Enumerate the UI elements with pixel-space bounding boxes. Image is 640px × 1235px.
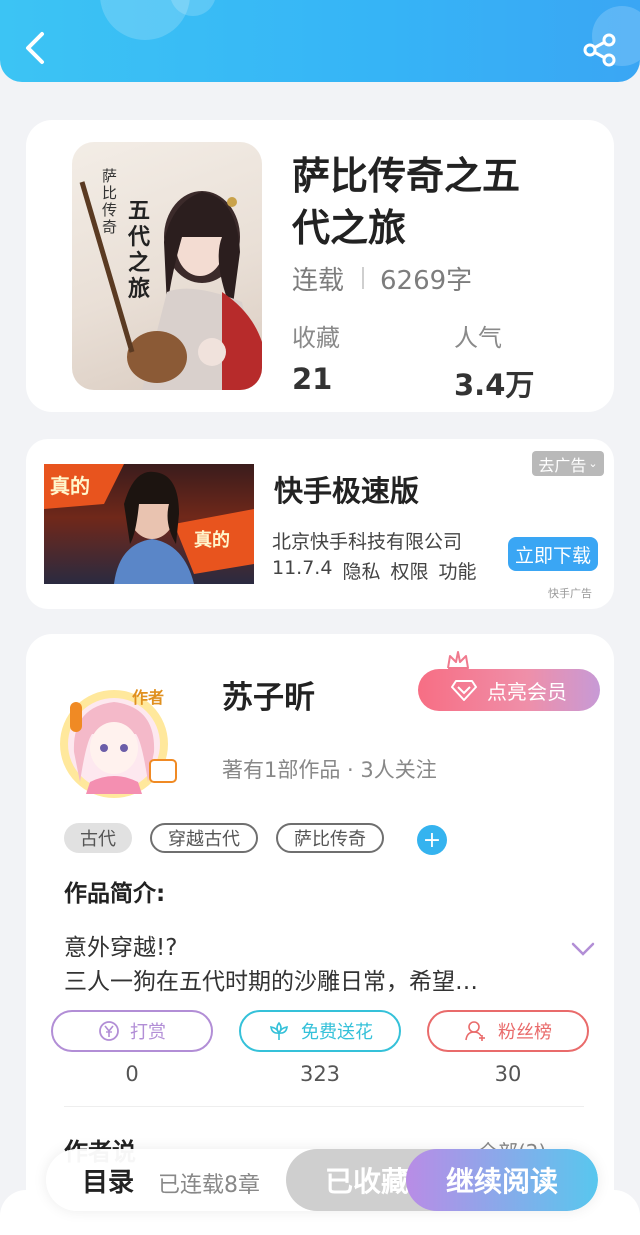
book-title: 萨比传奇之五 代之旅 bbox=[292, 150, 592, 254]
flower-count: 323 bbox=[299, 1062, 341, 1086]
tag-time-travel[interactable]: 穿越古代 bbox=[150, 823, 258, 853]
remove-ad-label: 去广告 bbox=[538, 455, 587, 475]
ad-info-links: 11.7.4 隐私 权限 功能 bbox=[272, 557, 476, 584]
ad-version: 11.7.4 bbox=[272, 557, 333, 579]
share-button[interactable] bbox=[582, 32, 618, 68]
chevron-down-icon: ⌄ bbox=[588, 457, 598, 470]
book-meta-row: 连载 6269字 bbox=[292, 258, 472, 298]
book-title-line-1: 萨比传奇之五 bbox=[292, 154, 521, 198]
meta-divider bbox=[362, 267, 365, 289]
ad-permissions-link[interactable]: 权限 bbox=[390, 557, 428, 584]
ad-image[interactable]: 真的 真的 bbox=[44, 464, 254, 584]
ad-download-button[interactable]: 立即下载 bbox=[508, 537, 598, 571]
ad-image-text-1: 真的 bbox=[50, 474, 90, 498]
favorites-value: 21 bbox=[292, 362, 333, 396]
ad-source: 快手广告 bbox=[548, 587, 592, 600]
free-flower-button[interactable]: 免费送花 bbox=[239, 1010, 401, 1052]
popularity-value: 3.4万 bbox=[454, 368, 535, 402]
ad-company: 北京快手科技有限公司 bbox=[272, 531, 463, 553]
ad-image-text-2: 真的 bbox=[194, 530, 230, 551]
cover-title-vertical-2: 五代之旅 bbox=[128, 198, 151, 302]
fan-user-icon bbox=[465, 1021, 485, 1041]
popularity-label: 人气 bbox=[454, 324, 502, 352]
reward-label: 打赏 bbox=[130, 1022, 166, 1043]
vip-button-label: 点亮会员 bbox=[487, 679, 567, 704]
bottom-action-bar: 目录 已连载8章 已收藏 继续阅读 bbox=[46, 1149, 598, 1211]
back-arrow-icon bbox=[26, 32, 44, 64]
plus-icon: + bbox=[422, 827, 442, 853]
word-count: 6269字 bbox=[380, 265, 473, 296]
ad-features-link[interactable]: 功能 bbox=[438, 557, 476, 584]
section-divider bbox=[64, 1106, 584, 1107]
intro-line-2: 三人一狗在五代时期的沙雕日常，希望… bbox=[64, 969, 478, 995]
author-meta: 著有1部作品 · 3人关注 bbox=[222, 758, 437, 782]
free-flower-label: 免费送花 bbox=[301, 1022, 373, 1043]
favorites-label: 收藏 bbox=[292, 324, 340, 352]
share-icon bbox=[583, 33, 616, 67]
tag-ancient[interactable]: 古代 bbox=[64, 823, 132, 853]
expand-intro-button[interactable] bbox=[570, 938, 596, 960]
reward-button[interactable]: 打赏 bbox=[51, 1010, 213, 1052]
diamond-icon bbox=[451, 680, 477, 701]
fan-ranking-label: 粉丝榜 bbox=[498, 1022, 552, 1043]
back-button[interactable] bbox=[20, 28, 50, 68]
reward-count: 0 bbox=[125, 1062, 139, 1086]
book-cover[interactable]: 萨比传奇 五代之旅 bbox=[72, 142, 262, 390]
fan-ranking-button[interactable]: 粉丝榜 bbox=[427, 1010, 589, 1052]
intro-heading: 作品简介: bbox=[64, 881, 166, 907]
author-badge: 作者 bbox=[132, 688, 165, 707]
ad-app-name: 快手极速版 bbox=[274, 474, 420, 508]
top-bar bbox=[0, 0, 640, 82]
intro-line-1: 意外穿越!? bbox=[64, 935, 178, 961]
remove-ad-button[interactable]: 去广告 ⌄ bbox=[532, 451, 604, 476]
fan-count: 30 bbox=[494, 1062, 522, 1086]
cover-illustration bbox=[79, 181, 262, 390]
tag-series[interactable]: 萨比传奇 bbox=[276, 823, 384, 853]
ad-privacy-link[interactable]: 隐私 bbox=[342, 557, 380, 584]
yen-coin-icon bbox=[99, 1021, 119, 1041]
add-tag-button[interactable]: + bbox=[417, 825, 447, 855]
author-name[interactable]: 苏子昕 bbox=[222, 672, 315, 717]
book-title-line-2: 代之旅 bbox=[292, 206, 407, 250]
serial-status: 连载 bbox=[292, 265, 345, 296]
activate-vip-button[interactable]: 点亮会员 bbox=[418, 669, 600, 711]
chevron-down-icon bbox=[571, 942, 595, 956]
flower-icon bbox=[270, 1021, 288, 1040]
cover-title-vertical-1: 萨比传奇 bbox=[102, 167, 118, 236]
author-avatar[interactable]: 作者 bbox=[52, 682, 182, 800]
continue-reading-button[interactable]: 继续阅读 bbox=[406, 1149, 598, 1211]
serialized-chapters: 已连载8章 bbox=[158, 1173, 260, 1198]
catalog-button[interactable]: 目录 bbox=[82, 1162, 134, 1199]
